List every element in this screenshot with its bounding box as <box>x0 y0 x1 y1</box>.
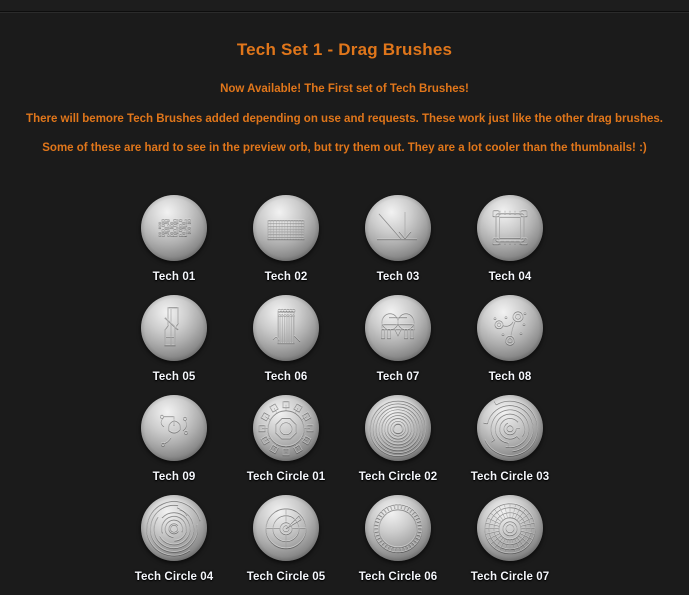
brush-orb-spiral-rings-icon <box>141 495 207 561</box>
brush-thumbnail-grid: Tech 01 Tech 02 Tech 03 Tech 04 Tech 05 Tech … <box>118 195 578 595</box>
brush-thumbnail-item[interactable]: Tech Circle 04 <box>118 495 230 595</box>
brush-orb-bridge-frame-icon <box>365 295 431 361</box>
brush-preview-orb[interactable] <box>365 495 431 561</box>
brush-orb-diagonal-lines-icon <box>365 195 431 261</box>
brush-preview-orb[interactable] <box>141 495 207 561</box>
brush-orb-chip-square-icon <box>477 195 543 261</box>
brush-thumbnail-item[interactable]: Tech 01 <box>118 195 230 295</box>
brush-preview-orb[interactable] <box>365 195 431 261</box>
brush-thumbnail-item[interactable]: Tech Circle 02 <box>342 395 454 495</box>
page-title: Tech Set 1 - Drag Brushes <box>236 40 453 59</box>
brush-thumbnail-item[interactable]: Tech 06 <box>230 295 342 395</box>
brush-preview-orb[interactable] <box>477 295 543 361</box>
description-block: Now Available! The First set of Tech Bru… <box>0 82 689 155</box>
brush-preview-orb[interactable] <box>141 395 207 461</box>
brush-label: Tech 08 <box>488 371 532 383</box>
brush-preview-orb[interactable] <box>141 195 207 261</box>
description-line-1: Now Available! The First set of Tech Bru… <box>220 83 469 95</box>
brush-label: Tech Circle 04 <box>134 571 214 583</box>
brush-orb-concentric-rings-icon <box>365 395 431 461</box>
description-line-3: Some of these are hard to see in the pre… <box>42 142 647 154</box>
brush-label: Tech 03 <box>376 271 420 283</box>
brush-label: Tech 09 <box>152 471 196 483</box>
brush-preview-orb[interactable] <box>253 395 319 461</box>
brush-thumbnail-item[interactable]: Tech 05 <box>118 295 230 395</box>
brush-label: Tech Circle 01 <box>246 471 326 483</box>
brush-label: Tech 01 <box>152 271 196 283</box>
brush-orb-mesh-rect-icon <box>253 195 319 261</box>
brush-preview-orb[interactable] <box>253 495 319 561</box>
brush-orb-toothed-disc-icon <box>365 495 431 561</box>
brush-preview-orb[interactable] <box>477 395 543 461</box>
brush-orb-gear-octagon-icon <box>253 395 319 461</box>
brush-thumbnail-item[interactable]: Tech Circle 01 <box>230 395 342 495</box>
brush-orb-hub-grid-icon <box>477 495 543 561</box>
brush-label: Tech 06 <box>264 371 308 383</box>
brush-preview-orb[interactable] <box>477 495 543 561</box>
brush-orb-vertical-slab-icon <box>141 295 207 361</box>
brush-orb-circuit-block-icon <box>141 195 207 261</box>
brush-label: Tech 05 <box>152 371 196 383</box>
brush-thumbnail-item[interactable]: Tech 02 <box>230 195 342 295</box>
page-content: Tech Set 1 - Drag Brushes Now Available!… <box>0 13 689 595</box>
brush-thumbnail-item[interactable]: Tech Circle 03 <box>454 395 566 495</box>
brush-label: Tech Circle 03 <box>470 471 550 483</box>
brush-preview-orb[interactable] <box>141 295 207 361</box>
brush-label: Tech Circle 07 <box>470 571 550 583</box>
brush-preview-orb[interactable] <box>253 195 319 261</box>
brush-thumbnail-item[interactable]: Tech 08 <box>454 295 566 395</box>
brush-thumbnail-item[interactable]: Tech Circle 06 <box>342 495 454 595</box>
brush-label: Tech Circle 05 <box>246 571 326 583</box>
brush-label: Tech 04 <box>488 271 532 283</box>
brush-thumbnail-item[interactable]: Tech Circle 07 <box>454 495 566 595</box>
brush-orb-tri-swirl-icon <box>141 395 207 461</box>
brush-thumbnail-item[interactable]: Tech Circle 05 <box>230 495 342 595</box>
brush-thumbnail-item[interactable]: Tech 09 <box>118 395 230 495</box>
brush-label: Tech Circle 06 <box>358 571 438 583</box>
brush-preview-orb[interactable] <box>365 295 431 361</box>
brush-orb-radar-dial-icon <box>253 495 319 561</box>
description-line-2: There will bemore Tech Brushes added dep… <box>26 113 663 125</box>
brush-label: Tech 02 <box>264 271 308 283</box>
brush-preview-orb[interactable] <box>365 395 431 461</box>
brush-label: Tech Circle 02 <box>358 471 438 483</box>
brush-orb-tower-detail-icon <box>253 295 319 361</box>
brush-label: Tech 07 <box>376 371 420 383</box>
brush-thumbnail-item[interactable]: Tech 04 <box>454 195 566 295</box>
brush-thumbnail-item[interactable]: Tech 07 <box>342 295 454 395</box>
window-top-strip <box>0 0 689 11</box>
brush-preview-orb[interactable] <box>477 195 543 261</box>
brush-orb-node-links-icon <box>477 295 543 361</box>
brush-preview-orb[interactable] <box>253 295 319 361</box>
brush-orb-maze-rings-icon <box>477 395 543 461</box>
brush-thumbnail-item[interactable]: Tech 03 <box>342 195 454 295</box>
